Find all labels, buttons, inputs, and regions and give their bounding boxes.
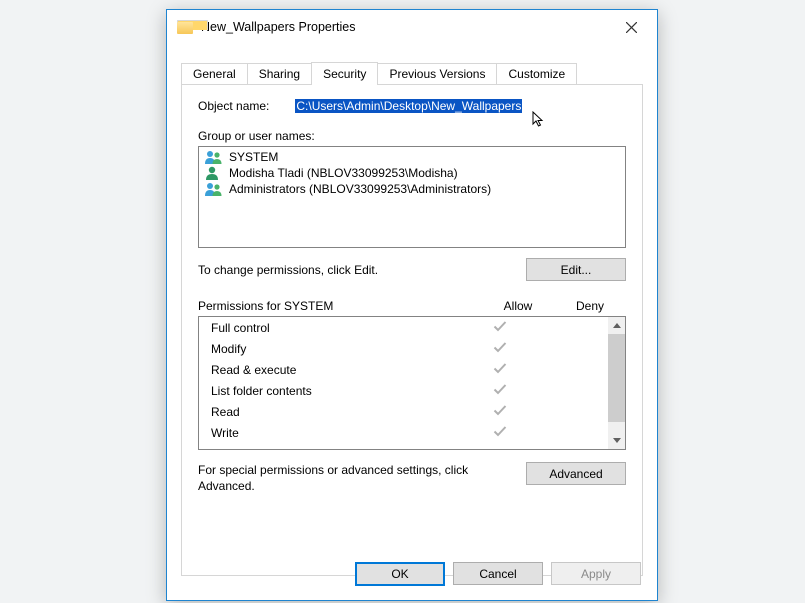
check-icon — [493, 320, 507, 332]
scrollbar[interactable] — [608, 317, 625, 449]
list-item[interactable]: SYSTEM — [199, 149, 625, 165]
tab-general[interactable]: General — [181, 63, 248, 84]
user-icon — [205, 166, 223, 180]
folder-icon — [177, 20, 193, 34]
permissions-listbox[interactable]: Full control Modify Read & execute List fol… — [198, 316, 626, 450]
permission-name: Read — [211, 405, 464, 419]
list-item[interactable]: Modisha Tladi (NBLOV33099253\Modisha) — [199, 165, 625, 181]
permission-row: Write — [199, 422, 608, 443]
permission-row: List folder contents — [199, 380, 608, 401]
allow-cell — [464, 425, 536, 440]
permissions-for-label: Permissions for SYSTEM — [198, 299, 482, 313]
allow-cell — [464, 362, 536, 377]
allow-cell — [464, 404, 536, 419]
permission-name: Write — [211, 426, 464, 440]
check-icon — [493, 362, 507, 374]
tab-sharing[interactable]: Sharing — [247, 63, 312, 84]
principal-name: SYSTEM — [229, 150, 278, 164]
permission-name: Modify — [211, 342, 464, 356]
scroll-up-button[interactable] — [608, 317, 625, 334]
tab-strip: General Sharing Security Previous Versio… — [181, 60, 643, 84]
list-item[interactable]: Administrators (NBLOV33099253\Administra… — [199, 181, 625, 197]
check-icon — [493, 341, 507, 353]
edit-button[interactable]: Edit... — [526, 258, 626, 281]
permission-name: List folder contents — [211, 384, 464, 398]
close-icon — [626, 22, 637, 33]
tab-customize[interactable]: Customize — [496, 63, 577, 84]
allow-cell — [464, 341, 536, 356]
titlebar: New_Wallpapers Properties — [167, 10, 657, 44]
deny-header: Deny — [554, 299, 626, 313]
advanced-button[interactable]: Advanced — [526, 462, 626, 485]
check-icon — [493, 383, 507, 395]
cancel-button[interactable]: Cancel — [453, 562, 543, 585]
permission-row: Full control — [199, 317, 608, 338]
scroll-track[interactable] — [608, 334, 625, 432]
allow-cell — [464, 320, 536, 335]
group-or-user-names-label: Group or user names: — [198, 129, 626, 143]
scroll-down-button[interactable] — [608, 432, 625, 449]
object-name-label: Object name: — [198, 99, 269, 113]
users-group-icon — [205, 150, 223, 164]
advanced-hint-label: For special permissions or advanced sett… — [198, 462, 516, 494]
tab-previous-versions[interactable]: Previous Versions — [377, 63, 497, 84]
security-panel: Object name: C:\Users\Admin\Desktop\New_… — [181, 84, 643, 576]
chevron-down-icon — [613, 438, 621, 443]
permission-row: Read — [199, 401, 608, 422]
principal-name: Administrators (NBLOV33099253\Administra… — [229, 182, 491, 196]
edit-hint-label: To change permissions, click Edit. — [198, 263, 516, 277]
permission-name: Read & execute — [211, 363, 464, 377]
object-path[interactable]: C:\Users\Admin\Desktop\New_Wallpapers — [295, 99, 522, 113]
check-icon — [493, 404, 507, 416]
principal-name: Modisha Tladi (NBLOV33099253\Modisha) — [229, 166, 458, 180]
chevron-up-icon — [613, 323, 621, 328]
allow-cell — [464, 383, 536, 398]
permission-row: Read & execute — [199, 359, 608, 380]
window-title: New_Wallpapers Properties — [201, 20, 355, 34]
scroll-thumb[interactable] — [608, 334, 625, 422]
ok-button[interactable]: OK — [355, 562, 445, 586]
tab-security[interactable]: Security — [311, 62, 378, 85]
properties-dialog: New_Wallpapers Properties General Sharin… — [166, 9, 658, 601]
check-icon — [493, 425, 507, 437]
users-group-icon — [205, 182, 223, 196]
allow-header: Allow — [482, 299, 554, 313]
principals-listbox[interactable]: SYSTEM Modisha Tladi (NBLOV33099253\Modis… — [198, 146, 626, 248]
permission-row: Modify — [199, 338, 608, 359]
dialog-footer: OK Cancel Apply — [355, 562, 641, 586]
apply-button[interactable]: Apply — [551, 562, 641, 585]
permission-name: Full control — [211, 321, 464, 335]
close-button[interactable] — [609, 12, 653, 42]
